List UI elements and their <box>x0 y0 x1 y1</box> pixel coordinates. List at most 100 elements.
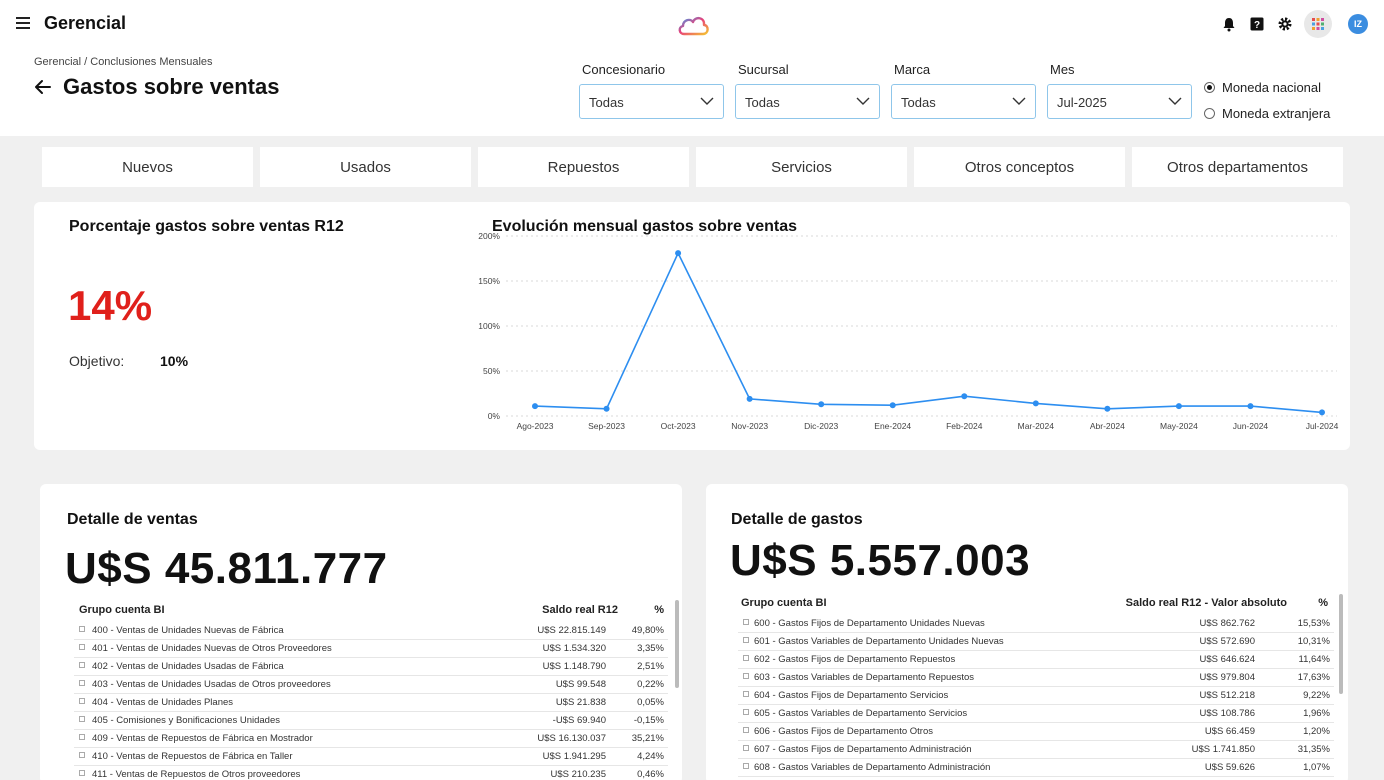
expand-icon[interactable] <box>79 626 85 632</box>
data-point <box>1319 409 1325 416</box>
ventas-title: Detalle de ventas <box>67 511 198 528</box>
table-row[interactable]: 402 - Ventas de Unidades Usadas de Fábri… <box>74 658 668 676</box>
col-pct[interactable]: % <box>1318 597 1328 609</box>
back-arrow-icon[interactable] <box>34 79 52 100</box>
row-account: 400 - Ventas de Unidades Nuevas de Fábri… <box>92 625 284 636</box>
table-row[interactable]: 411 - Ventas de Repuestos de Otros prove… <box>74 766 668 780</box>
radio-button[interactable] <box>1204 81 1215 93</box>
tab-nuevos[interactable]: Nuevos <box>42 147 253 187</box>
col-grupo[interactable]: Grupo cuenta BI <box>79 604 165 616</box>
concesionario-select[interactable]: Todas <box>579 84 724 119</box>
row-percent: 31,35% <box>1297 744 1330 755</box>
table-row[interactable]: 603 - Gastos Variables de Departamento R… <box>738 669 1334 687</box>
bell-icon[interactable] <box>1220 15 1238 33</box>
col-pct[interactable]: % <box>654 604 664 616</box>
breadcrumb[interactable]: Gerencial / Conclusiones Mensuales <box>34 56 213 68</box>
table-row[interactable]: 604 - Gastos Fijos de Departamento Servi… <box>738 687 1334 705</box>
menu-icon[interactable] <box>16 17 30 29</box>
row-amount: U$S 16.130.037 <box>537 733 606 744</box>
expand-icon[interactable] <box>79 680 85 686</box>
data-point <box>1032 400 1039 407</box>
apps-icon[interactable] <box>1304 10 1332 38</box>
table-row[interactable]: 403 - Ventas de Unidades Usadas de Otros… <box>74 676 668 694</box>
x-tick-label: Feb-2024 <box>946 421 983 431</box>
table-row[interactable]: 605 - Gastos Variables de Departamento S… <box>738 705 1334 723</box>
col-saldo[interactable]: Saldo real R12 <box>542 604 618 616</box>
table-row[interactable]: 410 - Ventas de Repuestos de Fábrica en … <box>74 748 668 766</box>
table-row[interactable]: 401 - Ventas de Unidades Nuevas de Otros… <box>74 640 668 658</box>
ventas-detail-card: Detalle de ventas U$S 45.811.777 Grupo c… <box>40 484 682 780</box>
data-point <box>675 250 682 257</box>
tab-usados[interactable]: Usados <box>260 147 471 187</box>
x-tick-label: Oct-2023 <box>661 421 696 431</box>
expand-icon[interactable] <box>79 734 85 740</box>
row-account: 601 - Gastos Variables de Departamento U… <box>754 636 1004 647</box>
row-percent: 0,05% <box>637 697 664 708</box>
expand-icon[interactable] <box>79 698 85 704</box>
page-header: Gerencial / Conclusiones Mensuales Gasto… <box>0 48 1384 136</box>
select-value: Todas <box>589 95 624 110</box>
expand-icon[interactable] <box>743 655 749 661</box>
radio-moneda-extranjera[interactable]: Moneda extranjera <box>1204 100 1330 126</box>
table-row[interactable]: 405 - Comisiones y Bonificaciones Unidad… <box>74 712 668 730</box>
gear-icon[interactable] <box>1276 15 1294 33</box>
table-row[interactable]: 400 - Ventas de Unidades Nuevas de Fábri… <box>74 622 668 640</box>
row-account: 405 - Comisiones y Bonificaciones Unidad… <box>92 715 280 726</box>
table-header: Grupo cuenta BI Saldo real R12 % <box>74 602 668 622</box>
row-percent: 2,51% <box>637 661 664 672</box>
chevron-down-icon <box>856 97 870 105</box>
expand-icon[interactable] <box>743 727 749 733</box>
row-percent: 1,07% <box>1303 762 1330 773</box>
filter-label: Sucursal <box>738 62 789 77</box>
expand-icon[interactable] <box>743 745 749 751</box>
radio-moneda-nacional[interactable]: Moneda nacional <box>1204 74 1330 100</box>
table-row[interactable]: 409 - Ventas de Repuestos de Fábrica en … <box>74 730 668 748</box>
expand-icon[interactable] <box>79 662 85 668</box>
data-point <box>818 401 825 408</box>
expand-icon[interactable] <box>743 691 749 697</box>
table-row[interactable]: 606 - Gastos Fijos de Departamento Otros… <box>738 723 1334 741</box>
sucursal-select[interactable]: Todas <box>735 84 880 119</box>
expand-icon[interactable] <box>743 673 749 679</box>
scrollbar[interactable] <box>1339 594 1343 694</box>
tab-otros-departamentos[interactable]: Otros departamentos <box>1132 147 1343 187</box>
expand-icon[interactable] <box>743 619 749 625</box>
table-row[interactable]: 608 - Gastos Variables de Departamento A… <box>738 759 1334 777</box>
scrollbar[interactable] <box>675 600 679 688</box>
expand-icon[interactable] <box>743 637 749 643</box>
expand-icon[interactable] <box>79 644 85 650</box>
filter-mes: Mes Jul-2025 <box>1047 62 1192 119</box>
table-row[interactable]: 602 - Gastos Fijos de Departamento Repue… <box>738 651 1334 669</box>
row-account: 402 - Ventas de Unidades Usadas de Fábri… <box>92 661 284 672</box>
marca-select[interactable]: Todas <box>891 84 1036 119</box>
expand-icon[interactable] <box>79 770 85 776</box>
table-row[interactable]: 404 - Ventas de Unidades Planes U$S 21.83… <box>74 694 668 712</box>
y-tick-label: 50% <box>483 366 500 376</box>
radio-button[interactable] <box>1204 107 1215 119</box>
row-account: 404 - Ventas de Unidades Planes <box>92 697 234 708</box>
expand-icon[interactable] <box>743 763 749 769</box>
radio-label: Moneda nacional <box>1222 79 1322 95</box>
table-row[interactable]: 607 - Gastos Fijos de Departamento Admin… <box>738 741 1334 759</box>
tab-servicios[interactable]: Servicios <box>696 147 907 187</box>
col-grupo[interactable]: Grupo cuenta BI <box>741 597 827 609</box>
help-icon[interactable]: ? <box>1248 15 1266 33</box>
select-value: Jul-2025 <box>1057 95 1107 110</box>
col-saldo[interactable]: Saldo real R12 - Valor absoluto <box>1126 597 1287 609</box>
row-account: 603 - Gastos Variables de Departamento R… <box>754 672 975 683</box>
expand-icon[interactable] <box>743 709 749 715</box>
expand-icon[interactable] <box>79 752 85 758</box>
filter-marca: Marca Todas <box>891 62 1036 119</box>
avatar[interactable]: IZ <box>1348 14 1368 34</box>
data-point <box>532 403 538 410</box>
currency-radio-group: Moneda nacional Moneda extranjera <box>1204 74 1330 126</box>
table-row[interactable]: 601 - Gastos Variables de Departamento U… <box>738 633 1334 651</box>
tab-repuestos[interactable]: Repuestos <box>478 147 689 187</box>
row-amount: -U$S 69.940 <box>552 715 606 726</box>
tab-otros-conceptos[interactable]: Otros conceptos <box>914 147 1125 187</box>
row-amount: U$S 572.690 <box>1199 636 1255 647</box>
table-row[interactable]: 600 - Gastos Fijos de Departamento Unida… <box>738 615 1334 633</box>
expand-icon[interactable] <box>79 716 85 722</box>
row-account: 608 - Gastos Variables de Departamento A… <box>754 762 991 773</box>
mes-select[interactable]: Jul-2025 <box>1047 84 1192 119</box>
